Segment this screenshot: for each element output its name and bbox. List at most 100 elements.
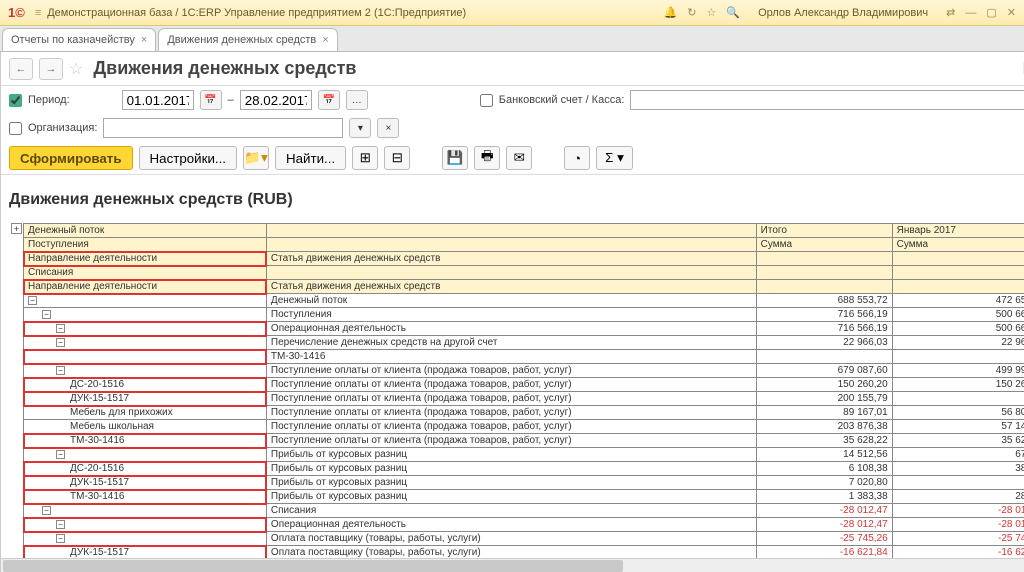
table-row[interactable]: −Денежный поток688 553,72472 652,63215 9… — [24, 294, 1024, 308]
table-row[interactable]: ДУК-15-1517Прибыль от курсовых разниц7 0… — [24, 476, 1024, 490]
table-row[interactable]: − Перечисление денежных средств на другой… — [24, 336, 1024, 350]
cell-value: -25 745,26 — [756, 532, 892, 546]
table-row[interactable]: ДС-20-1516Прибыль от курсовых разниц6 10… — [24, 462, 1024, 476]
table-row[interactable]: ТМ-30-1416Прибыль от курсовых разниц1 38… — [24, 490, 1024, 504]
cell-label: ДС-20-1516 — [70, 379, 124, 390]
cell-value: -28 012,47 — [892, 518, 1024, 532]
minimize-icon[interactable]: — — [965, 7, 976, 19]
org-clear-button[interactable]: × — [377, 118, 399, 138]
expander-icon[interactable]: − — [28, 296, 37, 305]
cell-text: Операционная деятельность — [266, 322, 756, 336]
cell-value: 670,13 — [892, 448, 1024, 462]
table-row[interactable]: ДУК-15-1517Оплата поставщику (товары, ра… — [24, 546, 1024, 559]
table-row[interactable]: ТМ-30-1416 — [24, 350, 1024, 364]
cell-value: -28 012,47 — [756, 504, 892, 518]
cell-text: Перечисление денежных средств на другой … — [266, 336, 756, 350]
cell-value: 200 155,79 — [756, 392, 892, 406]
diagram-button[interactable]: ◔ — [564, 146, 590, 170]
table-row[interactable]: −Операционная деятельность-28 012,47-28 … — [24, 518, 1024, 532]
cell-text: Операционная деятельность — [266, 518, 756, 532]
print-button[interactable]: 🖶 — [474, 146, 500, 170]
expand-button[interactable]: ⊞ — [352, 146, 378, 170]
forward-button[interactable]: → — [39, 58, 63, 80]
star-icon[interactable]: ☆ — [707, 6, 717, 19]
col-header: Итого — [756, 224, 892, 238]
mail-button[interactable]: ✉ — [506, 146, 532, 170]
cell-value: 389,61 — [892, 462, 1024, 476]
settings-button[interactable]: Настройки... — [139, 146, 237, 170]
cell-value: 57 144,97 — [892, 420, 1024, 434]
cell-value: 35 628,22 — [892, 434, 1024, 448]
period-checkbox[interactable] — [9, 94, 22, 107]
date-to-input[interactable] — [240, 90, 312, 110]
bank-checkbox[interactable] — [480, 94, 493, 107]
find-button[interactable]: Найти... — [275, 146, 346, 170]
variants-button[interactable]: 📁▾ — [243, 146, 269, 170]
expander-icon[interactable]: − — [56, 450, 65, 459]
save-report-button[interactable]: 💾 — [442, 146, 468, 170]
cell-text: Поступление оплаты от клиента (продажа т… — [266, 392, 756, 406]
maximize-icon[interactable]: ▢ — [986, 6, 996, 19]
settings-icon[interactable]: ⇄ — [946, 6, 955, 19]
close-icon[interactable]: × — [141, 29, 147, 52]
table-row[interactable]: −Оплата поставщику (товары, работы, услу… — [24, 532, 1024, 546]
filter-row-1: Период: 📅 – 📅 … Банковский счет / Касса:… — [1, 86, 1024, 114]
document-tabs: Отчеты по казначейству × Движения денежн… — [0, 26, 1024, 52]
expander-icon[interactable]: − — [56, 534, 65, 543]
cell-value: 6 108,38 — [756, 462, 892, 476]
report-viewport[interactable]: Движения денежных средств (RUB) + Денежн… — [1, 175, 1024, 558]
table-row[interactable]: −Списания-28 012,47-28 012,47 — [24, 504, 1024, 518]
sum-button[interactable]: Σ ▾ — [596, 146, 633, 170]
cell-value: -28 012,47 — [756, 518, 892, 532]
period-picker-button[interactable]: … — [346, 90, 368, 110]
table-row[interactable]: −Поступление оплаты от клиента (продажа … — [24, 364, 1024, 378]
calendar-icon[interactable]: 📅 — [200, 90, 222, 110]
favorite-icon[interactable]: ☆ — [69, 59, 83, 79]
table-row[interactable]: Мебель для прихожихПоступление оплаты от… — [24, 406, 1024, 420]
table-row[interactable]: −Прибыль от курсовых разниц14 512,56670,… — [24, 448, 1024, 462]
table-row[interactable]: −Поступления716 566,19500 665,10215 901,… — [24, 308, 1024, 322]
tab-reports[interactable]: Отчеты по казначейству × — [2, 28, 156, 51]
close-icon[interactable]: ✕ — [1007, 6, 1016, 19]
table-row[interactable]: Мебель школьнаяПоступление оплаты от кли… — [24, 420, 1024, 434]
table-row[interactable]: ТМ-30-1416Поступление оплаты от клиента … — [24, 434, 1024, 448]
expander-icon[interactable]: − — [42, 310, 51, 319]
table-row[interactable]: ДС-20-1516Поступление оплаты от клиента … — [24, 378, 1024, 392]
cell-value: 679 087,60 — [756, 364, 892, 378]
bank-input[interactable] — [630, 90, 1024, 110]
scroll-thumb[interactable] — [3, 560, 623, 572]
save-icon[interactable]: 💾 — [1019, 58, 1024, 80]
row-header: Поступления — [24, 238, 267, 252]
cell-text: Поступление оплаты от клиента (продажа т… — [266, 420, 756, 434]
tab-cashflow[interactable]: Движения денежных средств × — [158, 28, 337, 51]
search-icon[interactable]: 🔍 — [726, 6, 740, 19]
table-row[interactable]: ДУК-15-1517Поступление оплаты от клиента… — [24, 392, 1024, 406]
calendar-icon[interactable]: 📅 — [318, 90, 340, 110]
group-handle[interactable]: + — [11, 223, 22, 234]
expander-icon[interactable]: − — [56, 520, 65, 529]
bell-icon[interactable]: 🔔 — [664, 6, 678, 19]
date-from-input[interactable] — [122, 90, 194, 110]
page-title: Движения денежных средств — [93, 58, 356, 79]
menu-icon[interactable]: ≡ — [35, 7, 41, 19]
cell-label: Мебель для прихожих — [70, 407, 173, 418]
collapse-button[interactable]: ⊟ — [384, 146, 410, 170]
org-dropdown-button[interactable]: ▾ — [349, 118, 371, 138]
history-icon[interactable]: ↻ — [687, 6, 696, 19]
expander-icon[interactable]: − — [56, 338, 65, 347]
table-row[interactable]: −Операционная деятельность716 566,19500 … — [24, 322, 1024, 336]
org-checkbox[interactable] — [9, 122, 22, 135]
back-button[interactable]: ← — [9, 58, 33, 80]
col-subheader: Сумма — [756, 238, 892, 252]
period-label: Период: — [28, 94, 70, 106]
cell-value — [756, 350, 892, 364]
expander-icon[interactable]: − — [56, 366, 65, 375]
generate-button[interactable]: Сформировать — [9, 146, 133, 170]
org-input[interactable] — [103, 118, 343, 138]
cell-text: Поступления — [266, 308, 756, 322]
user-name[interactable]: Орлов Александр Владимирович — [758, 7, 928, 19]
expander-icon[interactable]: − — [56, 324, 65, 333]
expander-icon[interactable]: − — [42, 506, 51, 515]
horizontal-scrollbar[interactable] — [1, 558, 1024, 572]
close-icon[interactable]: × — [322, 29, 328, 52]
